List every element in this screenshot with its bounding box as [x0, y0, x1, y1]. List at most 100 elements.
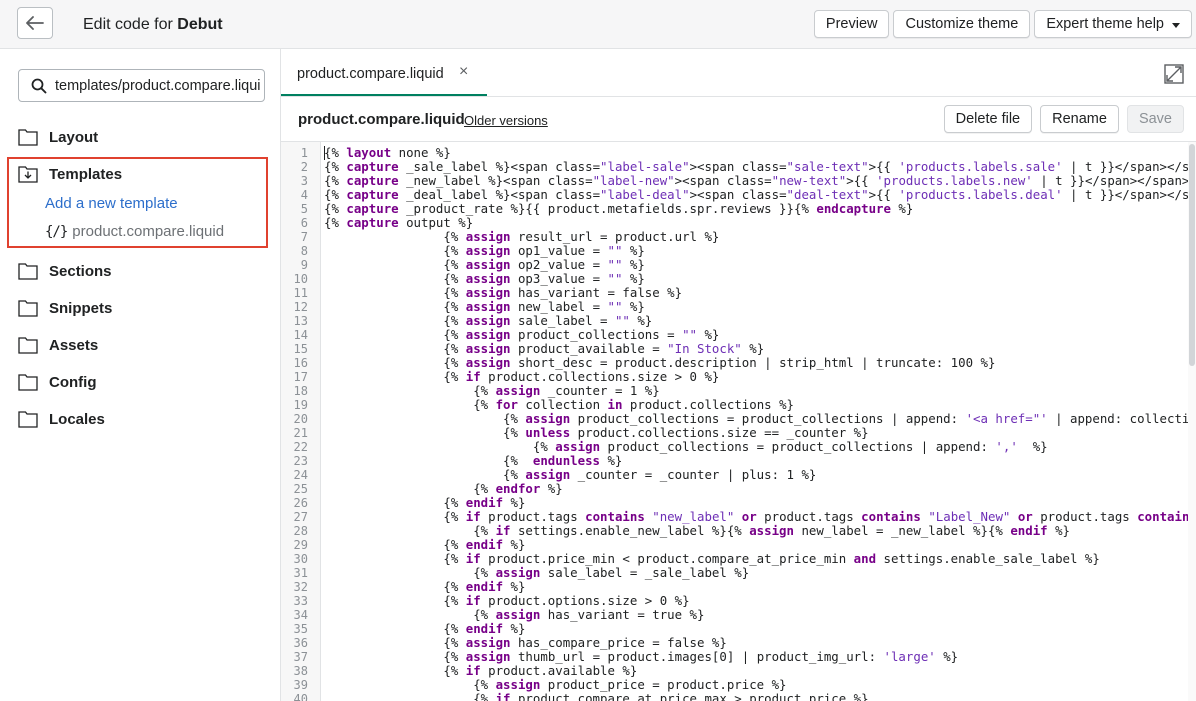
code-line[interactable]: {% endif %} [324, 580, 525, 594]
line-number: 2 [300, 160, 308, 174]
close-icon[interactable]: × [459, 63, 468, 81]
line-number: 18 [293, 384, 308, 398]
code-line[interactable]: {% assign op3_value = "" %} [324, 272, 644, 286]
code-line[interactable]: {% if product.options.size > 0 %} [324, 594, 689, 608]
line-number: 21 [293, 426, 308, 440]
folder-assets[interactable]: Assets [18, 334, 98, 356]
code-line[interactable]: {% assign sale_label = "" %} [324, 314, 652, 328]
code-line[interactable]: {% endif %} [324, 622, 525, 636]
rename-button[interactable]: Rename [1040, 105, 1119, 133]
page-title: Edit code for Debut [83, 15, 223, 35]
line-number: 27 [293, 510, 308, 524]
code-line[interactable]: {% capture _product_rate %}{{ product.me… [324, 202, 913, 216]
code-line[interactable]: {% capture output %} [324, 216, 473, 230]
line-number: 19 [293, 398, 308, 412]
delete-file-button[interactable]: Delete file [943, 105, 1033, 133]
editor-panel: product.compare.liquid × product.compare… [281, 49, 1196, 701]
code-line[interactable]: {% assign product_collections = product_… [324, 412, 1196, 426]
file-title: product.compare.liquid [298, 111, 465, 128]
code-line[interactable]: {% if product.tags contains "new_label" … [324, 510, 1196, 524]
code-line[interactable]: {% assign sale_label = _sale_label %} [324, 566, 749, 580]
scrollbar-thumb[interactable] [1189, 144, 1195, 366]
code-line[interactable]: {% assign has_variant = false %} [324, 286, 682, 300]
folder-config[interactable]: Config [18, 371, 96, 393]
code-line[interactable]: {% assign short_desc = product.descripti… [324, 356, 995, 370]
code-line[interactable]: {% capture _new_label %}<span class="lab… [324, 174, 1196, 188]
expand-icon[interactable] [1164, 64, 1184, 84]
code-line[interactable]: {% assign product_price = product.price … [324, 678, 786, 692]
code-line[interactable]: {% assign op2_value = "" %} [324, 258, 644, 272]
tab-product-compare[interactable]: product.compare.liquid × [281, 49, 487, 97]
save-button[interactable]: Save [1126, 105, 1184, 133]
code-line[interactable]: {% if product.price_min < product.compar… [324, 552, 1100, 566]
folder-layout[interactable]: Layout [18, 126, 98, 148]
file-item-label: product.compare.liquid [72, 223, 225, 240]
line-number: 10 [293, 272, 308, 286]
folder-label: Snippets [49, 299, 113, 317]
code-line[interactable]: {% assign has_compare_price = false %} [324, 636, 727, 650]
code-line[interactable]: {% assign has_variant = true %} [324, 608, 704, 622]
expert-help-button[interactable]: Expert theme help [1034, 10, 1192, 38]
code-line[interactable]: {% assign result_url = product.url %} [324, 230, 719, 244]
folder-icon [18, 411, 38, 428]
code-line[interactable]: {% endif %} [324, 496, 525, 510]
line-number: 3 [300, 174, 308, 188]
scrollbar[interactable] [1188, 142, 1196, 701]
code-line[interactable]: {% capture _sale_label %}<span class="la… [324, 160, 1196, 174]
older-versions-link[interactable]: Older versions [464, 113, 548, 128]
line-number: 34 [293, 608, 308, 622]
file-item-product-compare[interactable]: {/} product.compare.liquid [45, 223, 224, 240]
line-number: 39 [293, 678, 308, 692]
code-line[interactable]: {% assign _counter = 1 %} [324, 384, 660, 398]
code-line[interactable]: {% endfor %} [324, 482, 563, 496]
folder-label: Sections [49, 262, 112, 280]
folder-label: Assets [49, 336, 99, 354]
customize-theme-button[interactable]: Customize theme [893, 10, 1031, 38]
code-line[interactable]: {% assign _counter = _counter | plus: 1 … [324, 468, 816, 482]
line-number: 36 [293, 636, 308, 650]
code-line[interactable]: {% if product.compare_at_price_max > pro… [324, 692, 868, 701]
code-line[interactable]: {% assign op1_value = "" %} [324, 244, 644, 258]
line-number: 5 [300, 202, 308, 216]
code-line[interactable]: {% unless product.collections.size == _c… [324, 426, 869, 440]
line-number: 29 [293, 538, 308, 552]
line-number: 30 [293, 552, 308, 566]
search-input[interactable] [55, 70, 260, 101]
line-number: 31 [293, 566, 308, 580]
folder-sections[interactable]: Sections [18, 260, 112, 282]
file-sidebar: Layout Templates Add a new template {/} … [0, 49, 281, 701]
code-line[interactable]: {% assign thumb_url = product.images[0] … [324, 650, 958, 664]
code-line[interactable]: {% assign product_collections = "" %} [324, 328, 719, 342]
line-number: 25 [293, 482, 308, 496]
folder-locales[interactable]: Locales [18, 408, 105, 430]
code-line[interactable]: {% assign product_collections = product_… [324, 440, 1048, 454]
line-number: 8 [300, 244, 308, 258]
code-line[interactable]: {% endunless %} [324, 454, 622, 468]
code-line[interactable]: {% assign new_label = "" %} [324, 300, 644, 314]
line-number: 35 [293, 622, 308, 636]
code-line[interactable]: {% if settings.enable_new_label %}{% ass… [324, 524, 1070, 538]
code-line[interactable]: {% layout none %} [324, 146, 451, 160]
code-line[interactable]: {% if product.available %} [324, 664, 637, 678]
folder-label: Layout [49, 128, 99, 146]
line-number-gutter: 1 2 3 4 5 6 7 8 9 10 11 12 13 14 15 16 17 18 19 20 21 22 23 24 2… [281, 142, 321, 701]
file-search[interactable] [18, 69, 265, 102]
line-number: 22 [293, 440, 308, 454]
search-icon [31, 78, 47, 94]
line-number: 14 [293, 328, 308, 342]
line-number: 12 [293, 300, 308, 314]
code-line[interactable]: {% if product.collections.size > 0 %} [324, 370, 719, 384]
folder-icon [18, 374, 38, 391]
folder-templates[interactable]: Templates [18, 163, 122, 185]
line-number: 11 [293, 286, 308, 300]
code-line[interactable]: {% for collection in product.collections… [324, 398, 794, 412]
folder-snippets[interactable]: Snippets [18, 297, 112, 319]
line-number: 23 [293, 454, 308, 468]
back-button[interactable] [17, 7, 53, 39]
code-line[interactable]: {% endif %} [324, 538, 525, 552]
preview-button[interactable]: Preview [813, 10, 890, 38]
code-line[interactable]: {% capture _deal_label %}<span class="la… [324, 188, 1196, 202]
code-line[interactable]: {% assign product_available = "In Stock"… [324, 342, 764, 356]
code-editor[interactable]: 1 2 3 4 5 6 7 8 9 10 11 12 13 14 15 16 17 18 19 20 21 22 23 24 2… [281, 142, 1196, 701]
add-new-template-link[interactable]: Add a new template [45, 195, 178, 212]
